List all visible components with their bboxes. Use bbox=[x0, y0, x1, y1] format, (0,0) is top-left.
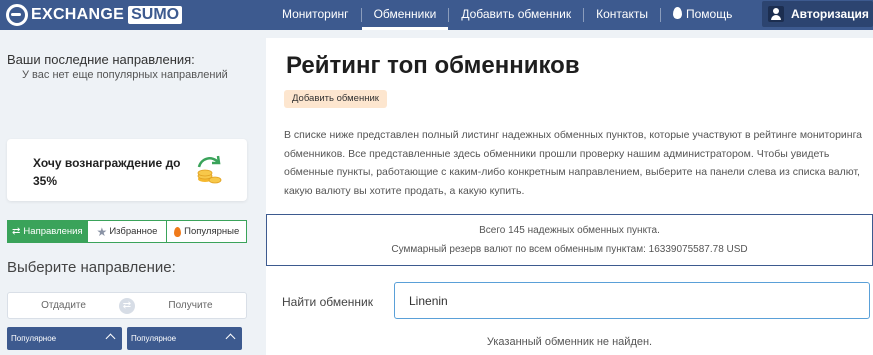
recent-directions-empty: У вас нет еще популярных направлений bbox=[22, 69, 228, 81]
nav-contacts[interactable]: Контакты bbox=[584, 0, 660, 30]
page-title: Рейтинг топ обменников bbox=[286, 52, 580, 79]
search-label: Найти обменник bbox=[282, 295, 373, 309]
give-field[interactable]: Отдадите bbox=[8, 300, 119, 311]
main-nav: Мониторинг Обменники Добавить обменник К… bbox=[270, 0, 744, 30]
nav-monitoring[interactable]: Мониторинг bbox=[270, 0, 361, 30]
stats-reserve: Суммарный резерв валют по всем обменным … bbox=[391, 244, 748, 255]
popular-get-dropdown[interactable]: Популярное bbox=[127, 327, 242, 350]
sidebar: Ваши последние направления: У вас нет ещ… bbox=[0, 30, 256, 355]
top-header: EXCHANGE SUMO Мониторинг Обменники Добав… bbox=[0, 0, 873, 30]
tab-popular[interactable]: Популярные bbox=[166, 221, 247, 242]
site-logo[interactable]: EXCHANGE SUMO bbox=[6, 3, 183, 27]
tab-directions[interactable]: ⇄ Направления bbox=[8, 221, 87, 242]
logo-magnifier-icon bbox=[6, 4, 28, 26]
popular-give-dropdown[interactable]: Популярное bbox=[7, 327, 122, 350]
swap-icon[interactable]: ⇄ bbox=[119, 297, 135, 314]
recent-directions-title: Ваши последние направления: bbox=[7, 52, 195, 67]
main-content: Рейтинг топ обменников Добавить обменник… bbox=[266, 38, 873, 355]
tab-favorites-label: Избранное bbox=[109, 226, 158, 237]
login-button[interactable]: Авторизация bbox=[762, 1, 873, 27]
search-not-found: Указанный обменник не найден. bbox=[486, 336, 653, 348]
popular-give-label: Популярное bbox=[11, 334, 57, 343]
tab-directions-label: Направления bbox=[23, 226, 83, 237]
nav-help-label: Помощь bbox=[685, 7, 733, 21]
nav-help[interactable]: Помощь bbox=[661, 0, 744, 30]
nav-exchangers[interactable]: Обменники bbox=[361, 0, 449, 30]
flame-icon bbox=[174, 226, 182, 237]
star-icon: ★ bbox=[96, 224, 108, 239]
direction-selector: Отдадите ⇄ Получите bbox=[7, 292, 247, 319]
fire-icon bbox=[672, 7, 682, 19]
stats-box: Всего 145 надежных обменных пункта. Сумм… bbox=[266, 214, 873, 266]
chevron-up-icon bbox=[225, 333, 236, 344]
reward-text: Хочу вознаграждение до 35% bbox=[33, 156, 181, 188]
logo-text-sumo: SUMO bbox=[128, 6, 183, 24]
popular-get-label: Популярное bbox=[131, 334, 177, 343]
logo-text-exchange: EXCHANGE bbox=[31, 6, 125, 23]
rating-description: В списке ниже представлен полный листинг… bbox=[284, 129, 863, 197]
choose-direction-title: Выберите направление: bbox=[7, 259, 176, 276]
stats-total: Всего 145 надежных обменных пункта. bbox=[479, 225, 660, 236]
chevron-up-icon bbox=[105, 333, 116, 344]
exchanger-search-input[interactable] bbox=[394, 282, 870, 319]
login-label: Авторизация bbox=[791, 7, 869, 21]
add-exchanger-button[interactable]: Добавить обменник bbox=[284, 90, 387, 108]
tab-popular-label: Популярные bbox=[184, 226, 240, 237]
tab-favorites[interactable]: ★ Избранное bbox=[86, 221, 167, 242]
nav-add-exchanger[interactable]: Добавить обменник bbox=[449, 0, 583, 30]
coins-icon bbox=[197, 155, 222, 184]
reward-banner[interactable]: Хочу вознаграждение до 35% bbox=[7, 139, 247, 201]
get-field[interactable]: Получите bbox=[135, 300, 246, 311]
user-icon bbox=[768, 6, 784, 22]
swap-arrows-icon: ⇄ bbox=[12, 226, 21, 237]
direction-tabs: ⇄ Направления ★ Избранное Популярные bbox=[7, 220, 247, 243]
